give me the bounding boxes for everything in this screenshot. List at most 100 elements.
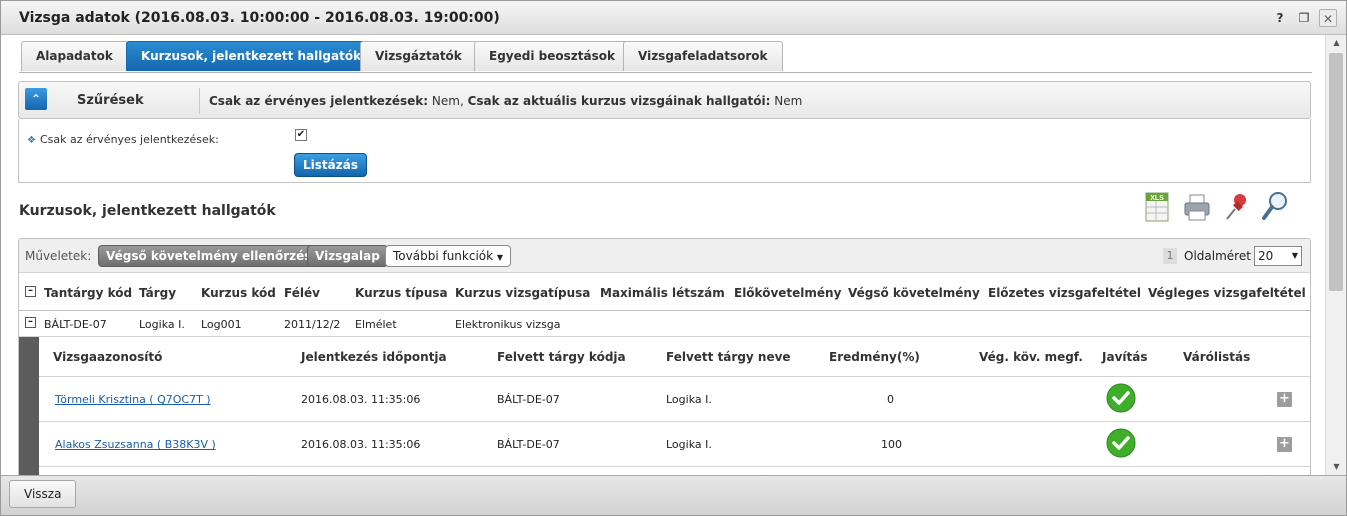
filter-summary-value-2: Nem — [770, 94, 803, 108]
scroll-down-icon[interactable]: ▼ — [1326, 459, 1347, 475]
cell-application-time: 2016.08.03. 11:35:06 — [301, 438, 421, 451]
table-row[interactable]: – BÁLT-DE-07 Logika I. Log001 2011/12/2 … — [19, 311, 1310, 337]
help-icon[interactable]: ? — [1271, 9, 1289, 27]
col-max-headcount[interactable]: Maximális létszám — [600, 286, 725, 300]
cell-course-code: Log001 — [201, 318, 242, 331]
col-semester[interactable]: Félév — [284, 286, 320, 300]
vertical-scrollbar[interactable]: ▲ ▼ — [1325, 35, 1346, 475]
chevron-down-icon: ▼ — [496, 253, 504, 262]
student-link[interactable]: Törmeli Krisztina ( Q7OC7T ) — [55, 393, 211, 406]
valid-only-label: ❖ Csak az érvényes jelentkezések: — [27, 133, 219, 146]
scroll-up-icon[interactable]: ▲ — [1326, 35, 1347, 51]
restore-icon[interactable]: ❐ — [1295, 9, 1313, 27]
col-taken-subject-code[interactable]: Felvett tárgy kódja — [497, 350, 626, 364]
col-exam-type[interactable]: Kurzus vizsgatípusa — [455, 286, 590, 300]
diamond-icon: ❖ — [27, 135, 36, 146]
tab-vizsgaztatok[interactable]: Vizsgáztatók — [360, 41, 477, 71]
student-link[interactable]: Alakos Zsuzsanna ( B38K3V ) — [55, 438, 216, 451]
students-subtable: Vizsgaazonosító Jelentkezés időpontja Fe… — [19, 337, 1310, 475]
cell-taken-subject-code: BÁLT-DE-07 — [497, 393, 560, 406]
tabs-divider — [19, 72, 1312, 73]
more-functions-dropdown[interactable]: További funkciók ▼ — [385, 245, 512, 267]
tab-kurzusok[interactable]: Kurzusok, jelentkezett hallgatók — [126, 41, 377, 71]
col-subject[interactable]: Tárgy — [139, 286, 176, 300]
col-application-time[interactable]: Jelentkezés időpontja — [301, 350, 447, 364]
cell-result: 0 — [887, 393, 894, 406]
col-final-condition[interactable]: Végleges vizsgafeltétel — [1148, 286, 1306, 300]
filter-summary-label-2: Csak az aktuális kurzus vizsgáinak hallg… — [467, 94, 771, 108]
scroll-thumb[interactable] — [1329, 53, 1343, 291]
exam-sheet-button[interactable]: Vizsgalap — [307, 245, 388, 267]
xls-icon-text: XLS — [1150, 195, 1164, 202]
table-row[interactable]: Törmeli Krisztina ( Q7OC7T ) 2016.08.03.… — [39, 377, 1310, 422]
cell-taken-subject-name: Logika I. — [666, 393, 712, 406]
filter-summary: Csak az érvényes jelentkezések: Nem, Csa… — [209, 94, 802, 108]
collapse-icon[interactable]: ⌃ — [25, 88, 47, 110]
col-final-req-met[interactable]: Vég. köv. megf. — [979, 350, 1083, 364]
xls-export-icon[interactable]: XLS — [1142, 187, 1174, 225]
col-waitlist[interactable]: Várólistás — [1183, 350, 1250, 364]
collapse-all-icon[interactable]: – — [25, 286, 36, 297]
courses-grid: Műveletek: Végső követelmény ellenőrzése… — [18, 238, 1311, 475]
col-prerequisite[interactable]: Előkövetelmény — [734, 286, 841, 300]
page-number[interactable]: 1 — [1163, 248, 1177, 264]
pin-icon[interactable] — [1220, 187, 1252, 225]
filter-summary-label-1: Csak az érvényes jelentkezések: — [209, 94, 429, 108]
cell-taken-subject-name: Logika I. — [666, 438, 712, 451]
list-button[interactable]: Listázás — [294, 153, 367, 177]
cell-semester: 2011/12/2 — [284, 318, 341, 331]
expand-row-icon[interactable]: + — [1277, 437, 1292, 452]
valid-only-checkbox[interactable]: ✔ — [295, 129, 307, 141]
filter-separator — [199, 88, 200, 114]
col-correction[interactable]: Javítás — [1102, 350, 1147, 364]
final-requirement-check-button[interactable]: Végső követelmény ellenőrzése — [98, 245, 328, 267]
magnifier-icon[interactable] — [1259, 187, 1291, 225]
expand-row-icon[interactable]: + — [1277, 392, 1292, 407]
col-final-requirement[interactable]: Végső követelmény — [848, 286, 980, 300]
title-bar: Vizsga adatok (2016.08.03. 10:00:00 - 20… — [1, 1, 1346, 35]
grid-toolbar: Műveletek: Végső követelmény ellenőrzése… — [19, 239, 1310, 273]
cell-exam-type: Elektronikus vizsga — [455, 318, 561, 331]
section-title: Kurzusok, jelentkezett hallgatók — [19, 203, 276, 219]
col-course-code[interactable]: Kurzus kód — [201, 286, 276, 300]
dialog-window: Vizsga adatok (2016.08.03. 10:00:00 - 20… — [0, 0, 1347, 516]
valid-only-label-text: Csak az érvényes jelentkezések: — [39, 133, 219, 146]
page-size-select[interactable]: 20 ▼ — [1254, 246, 1302, 266]
operations-label: Műveletek: — [25, 249, 92, 263]
more-functions-label: További funkciók — [393, 249, 494, 263]
checkmark-icon — [1106, 428, 1136, 458]
cell-subject: Logika I. — [139, 318, 185, 331]
col-taken-subject-name[interactable]: Felvett tárgy neve — [666, 350, 791, 364]
filter-panel: ❖ Csak az érvényes jelentkezések: ✔ Listá… — [18, 119, 1311, 183]
tab-vizsgafeladatsorok[interactable]: Vizsgafeladatsorok — [623, 41, 783, 71]
collapse-row-icon[interactable]: – — [25, 317, 36, 328]
cell-course-type: Elmélet — [355, 318, 397, 331]
printer-icon[interactable] — [1181, 187, 1213, 225]
col-result[interactable]: Eredmény(%) — [829, 350, 920, 364]
close-icon[interactable]: ✕ — [1319, 9, 1337, 27]
cell-result: 100 — [881, 438, 902, 451]
chevron-down-icon: ▼ — [1291, 251, 1298, 260]
col-course-type[interactable]: Kurzus típusa — [355, 286, 448, 300]
cell-taken-subject-code: BÁLT-DE-07 — [497, 438, 560, 451]
subtable-indent — [19, 337, 39, 475]
col-preliminary-condition[interactable]: Előzetes vizsgafeltétel — [988, 286, 1141, 300]
cell-subject-code: BÁLT-DE-07 — [44, 318, 107, 331]
tab-alapadatok[interactable]: Alapadatok — [21, 41, 128, 71]
window-title: Vizsga adatok (2016.08.03. 10:00:00 - 20… — [19, 10, 500, 26]
cell-application-time: 2016.08.03. 11:35:06 — [301, 393, 421, 406]
tab-egyedi-beosztasok[interactable]: Egyedi beosztások — [474, 41, 630, 71]
table-header: – Tantárgy kód Tárgy Kurzus kód Félév Ku… — [19, 273, 1310, 311]
back-button[interactable]: Vissza — [9, 480, 77, 508]
page-size-label: Oldalméret — [1184, 249, 1251, 263]
subtable-header: Vizsgaazonosító Jelentkezés időpontja Fe… — [39, 337, 1310, 377]
col-exam-id[interactable]: Vizsgaazonosító — [53, 350, 162, 364]
bottom-bar: Vissza — [1, 475, 1346, 515]
table-row[interactable]: Alakos Zsuzsanna ( B38K3V ) 2016.08.03. … — [39, 422, 1310, 467]
filter-bar: ⌃ Szűrések Csak az érvényes jelentkezése… — [18, 81, 1311, 119]
filter-title: Szűrések — [77, 93, 144, 108]
filter-summary-value-1: Nem, — [428, 94, 468, 108]
checkmark-icon — [1106, 383, 1136, 413]
col-subject-code[interactable]: Tantárgy kód — [44, 286, 132, 300]
page-size-value: 20 — [1258, 249, 1274, 263]
